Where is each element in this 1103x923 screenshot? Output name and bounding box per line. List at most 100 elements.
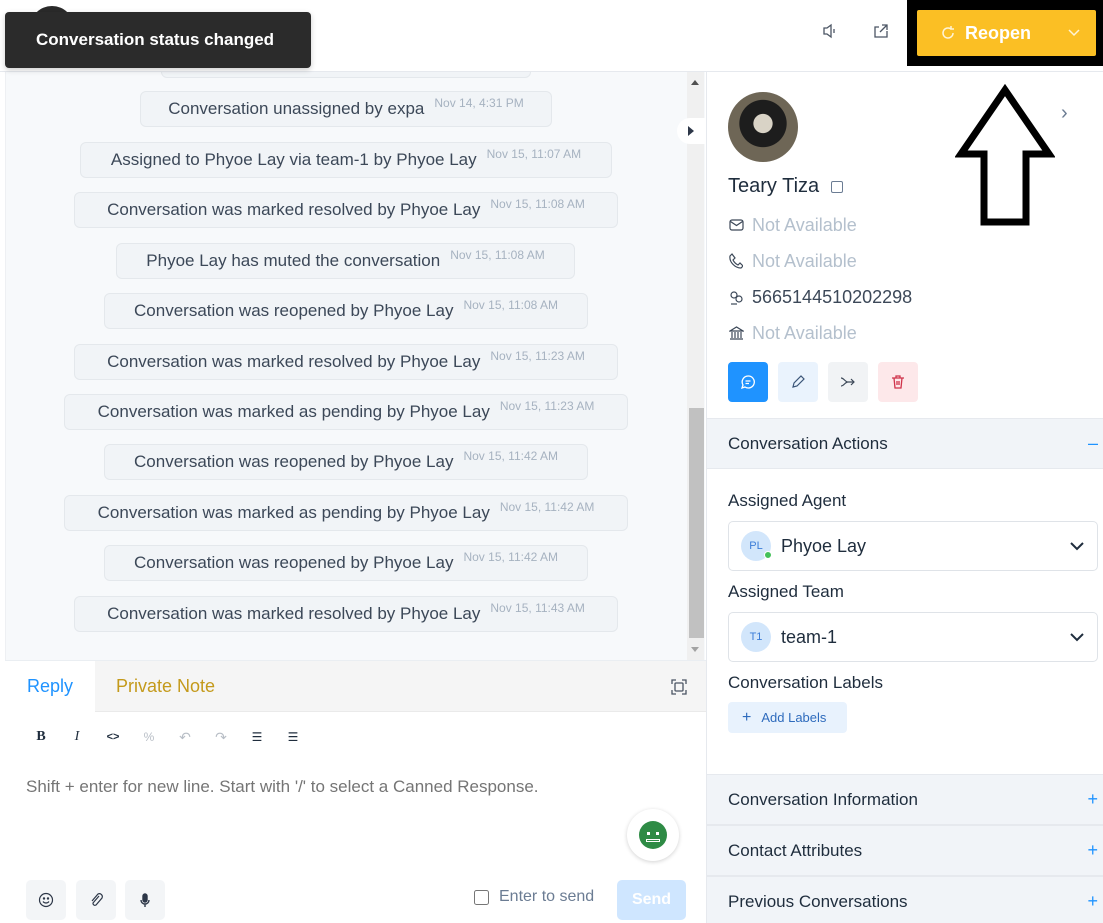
expand-editor-button[interactable] bbox=[670, 678, 688, 696]
italic-button[interactable]: I bbox=[59, 726, 95, 748]
activity-message: Conversation was marked as pending by Ph… bbox=[64, 394, 628, 430]
code-button[interactable]: <> bbox=[95, 726, 131, 748]
team-avatar: T1 bbox=[741, 622, 771, 652]
bullet-list-button[interactable]: ☰ bbox=[239, 726, 275, 748]
tab-private-note[interactable]: Private Note bbox=[116, 661, 215, 712]
section-title: Contact Attributes bbox=[728, 840, 863, 860]
speaker-icon bbox=[823, 23, 835, 39]
contact-email-row: Not Available bbox=[728, 213, 857, 237]
message-input[interactable] bbox=[26, 777, 666, 797]
activity-message: Conversation was marked resolved by Phyo… bbox=[74, 192, 618, 228]
contact-attributes-header[interactable]: Contact Attributes + bbox=[707, 825, 1103, 876]
fullscreen-icon bbox=[671, 679, 687, 695]
conversation-information-header[interactable]: Conversation Information + bbox=[707, 774, 1103, 825]
activity-message: Conversation was reopened by Phyoe Lay No… bbox=[104, 545, 588, 581]
section-title: Conversation Information bbox=[728, 789, 918, 809]
emoji-icon bbox=[38, 892, 54, 908]
attach-button[interactable] bbox=[76, 880, 116, 920]
trash-icon bbox=[892, 375, 904, 389]
merge-icon bbox=[840, 377, 855, 387]
share-button[interactable] bbox=[870, 20, 892, 42]
contact-identifier: 5665144510202298 bbox=[752, 286, 913, 307]
activity-message: Conversation unassigned by expa Nov 14, 4… bbox=[140, 91, 552, 127]
voice-record-button[interactable] bbox=[125, 880, 165, 920]
plus-icon: + bbox=[742, 708, 752, 726]
reply-box: Reply Private Note B I <> % ↶ ↷ ☰ ☰ Ente… bbox=[5, 660, 706, 923]
activity-message: Conversation was reopened by Phyoe Lay No… bbox=[104, 293, 588, 329]
toast-notification: Conversation status changed bbox=[5, 12, 311, 68]
activity-message: Conversation was marked resolved by Phyo… bbox=[74, 596, 618, 632]
scroll-up-arrow-icon[interactable] bbox=[691, 80, 699, 85]
contact-avatar bbox=[728, 92, 798, 162]
toggle-sidebar-button[interactable] bbox=[677, 118, 705, 144]
conversation-labels-label: Conversation Labels bbox=[728, 673, 883, 692]
assigned-agent-value: Phyoe Lay bbox=[781, 535, 867, 556]
caret-right-icon bbox=[688, 126, 694, 136]
scrollbar-thumb[interactable] bbox=[689, 408, 704, 638]
send-button[interactable]: Send bbox=[617, 880, 686, 920]
contact-email: Not Available bbox=[752, 214, 857, 235]
assigned-team-label: Assigned Team bbox=[728, 582, 844, 601]
conversation-actions-header[interactable]: Conversation Actions – bbox=[707, 418, 1103, 469]
contact-phone-row: Not Available bbox=[728, 249, 857, 273]
contact-phone: Not Available bbox=[752, 250, 857, 271]
chevron-down-icon bbox=[1069, 629, 1085, 650]
section-title: Previous Conversations bbox=[728, 891, 908, 911]
enter-to-send-checkbox[interactable] bbox=[474, 889, 489, 905]
delete-contact-button[interactable] bbox=[878, 362, 918, 402]
chat-bubble-icon bbox=[740, 375, 755, 390]
external-link-icon[interactable] bbox=[831, 180, 844, 193]
activity-message: Conversation was marked as pending by Ph… bbox=[64, 495, 628, 531]
enter-to-send-toggle[interactable]: Enter to send bbox=[474, 888, 594, 906]
contact-company-row: Not Available bbox=[728, 321, 857, 345]
chevron-right-icon[interactable]: › bbox=[1061, 102, 1068, 125]
activity-message: Conversation was marked resolved by Phyo… bbox=[74, 344, 618, 380]
activity-message: Assigned to Phyoe Lay via team-1 by Phyo… bbox=[80, 142, 612, 178]
new-message-button[interactable] bbox=[728, 362, 768, 402]
assigned-agent-select[interactable]: PL Phyoe Lay bbox=[728, 521, 1098, 571]
activity-message: Phyoe Lay has muted the conversation Nov … bbox=[116, 243, 575, 279]
tab-reply[interactable]: Reply bbox=[5, 661, 95, 712]
microphone-icon bbox=[140, 893, 150, 907]
phone-icon bbox=[728, 253, 744, 269]
ordered-list-button[interactable]: ☰ bbox=[275, 726, 311, 748]
assigned-team-select[interactable]: T1 team-1 bbox=[728, 612, 1098, 662]
reply-tabs: Reply Private Note bbox=[5, 661, 706, 712]
mail-icon bbox=[728, 219, 744, 231]
emoji-button[interactable] bbox=[26, 880, 66, 920]
previous-conversations-header[interactable]: Previous Conversations + bbox=[707, 876, 1103, 923]
editor-toolbar: B I <> % ↶ ↷ ☰ ☰ bbox=[23, 726, 311, 748]
assistant-bot-button[interactable] bbox=[627, 809, 679, 861]
paperclip-icon bbox=[91, 893, 103, 906]
expand-plus-icon: + bbox=[1087, 789, 1098, 809]
link-button[interactable]: % bbox=[131, 726, 167, 748]
undo-button[interactable]: ↶ bbox=[167, 726, 203, 748]
add-labels-button[interactable]: + Add Labels bbox=[728, 702, 847, 733]
assigned-team-value: team-1 bbox=[781, 626, 838, 647]
message-scrollbar[interactable] bbox=[687, 72, 704, 660]
scroll-down-arrow-icon[interactable] bbox=[691, 647, 699, 652]
edit-contact-button[interactable] bbox=[778, 362, 818, 402]
contact-name: Teary Tiza bbox=[728, 175, 820, 197]
reopen-button[interactable]: Reopen bbox=[917, 10, 1096, 56]
add-labels-label: Add Labels bbox=[761, 710, 827, 725]
online-status-dot bbox=[764, 551, 772, 559]
reopen-label: Reopen bbox=[965, 22, 1032, 43]
merge-contact-button[interactable] bbox=[828, 362, 868, 402]
mute-button[interactable] bbox=[819, 20, 841, 42]
reopen-icon bbox=[939, 24, 957, 42]
redo-button[interactable]: ↷ bbox=[203, 726, 239, 748]
pencil-icon bbox=[792, 375, 805, 388]
agent-avatar: PL bbox=[741, 531, 772, 561]
contact-company: Not Available bbox=[752, 322, 857, 343]
section-title: Conversation Actions bbox=[728, 433, 888, 453]
annotation-up-arrow-icon bbox=[955, 84, 1055, 226]
activity-message-partial bbox=[161, 72, 531, 78]
activity-message: Conversation was reopened by Phyoe Lay No… bbox=[104, 444, 588, 480]
expand-plus-icon: + bbox=[1087, 891, 1098, 911]
bold-button[interactable]: B bbox=[23, 726, 59, 748]
expand-plus-icon: + bbox=[1087, 840, 1098, 860]
company-building-icon bbox=[728, 325, 744, 341]
contact-name-row: Teary Tiza bbox=[728, 175, 844, 198]
chevron-down-icon[interactable] bbox=[1066, 24, 1082, 40]
